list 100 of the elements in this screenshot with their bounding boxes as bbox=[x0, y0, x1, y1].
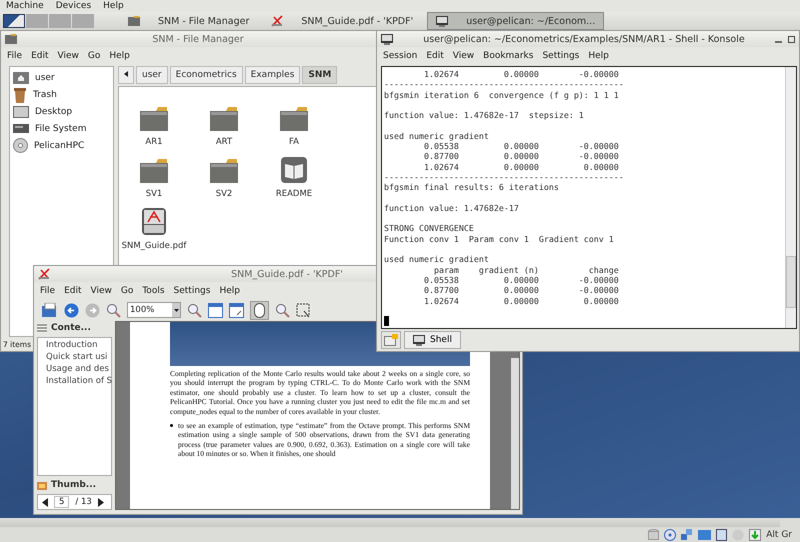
breadcrumb-button[interactable]: user bbox=[136, 66, 168, 84]
new-tab-button[interactable] bbox=[381, 331, 401, 349]
taskbar-task[interactable]: user@pelican: ~/Econom... bbox=[427, 12, 604, 30]
back-icon[interactable] bbox=[64, 302, 79, 318]
terminal-line: param gradient (n) change bbox=[432, 264, 620, 275]
terminal-tab[interactable]: Shell bbox=[404, 331, 461, 349]
book-icon[interactable] bbox=[281, 157, 307, 183]
next-page-icon[interactable] bbox=[98, 498, 104, 506]
page-icon[interactable] bbox=[208, 302, 223, 318]
disc-icon bbox=[664, 528, 676, 540]
menu-item[interactable]: Help bbox=[588, 50, 609, 60]
menu-item[interactable]: Go bbox=[88, 50, 100, 60]
folder-icon[interactable] bbox=[140, 159, 168, 183]
scrollbar-thumb[interactable] bbox=[786, 256, 796, 308]
menu-item[interactable]: File bbox=[7, 50, 22, 60]
desktop-pager-cell[interactable] bbox=[49, 14, 71, 28]
folder-icon[interactable] bbox=[140, 107, 168, 131]
window-title: user@pelican: ~/Econometrics/Examples/SNM/AR1 - Shell - Konsole bbox=[423, 34, 745, 44]
terminal-line: 1.02674 0.00000 -0.00000 bbox=[422, 69, 620, 80]
place-item[interactable]: File System bbox=[35, 124, 86, 134]
terminal-icon bbox=[381, 34, 393, 44]
arrow-icon bbox=[749, 528, 762, 540]
zoom-in-icon[interactable] bbox=[106, 302, 121, 318]
back-button[interactable] bbox=[118, 66, 134, 84]
text-cursor bbox=[384, 316, 389, 326]
menu-item[interactable]: Edit bbox=[426, 50, 444, 60]
place-item[interactable]: PelicanHPC bbox=[34, 140, 84, 150]
menu-item[interactable]: Edit bbox=[31, 50, 48, 60]
pdf-file-icon[interactable] bbox=[142, 208, 166, 235]
bullet-icon bbox=[170, 424, 173, 428]
thumbnails-tab[interactable]: Thumb... bbox=[37, 478, 112, 492]
toc-item[interactable]: Installation of S bbox=[38, 376, 111, 388]
magnifier-icon[interactable] bbox=[275, 302, 290, 318]
terminal-line: used numeric gradient bbox=[384, 254, 490, 265]
folder-icon[interactable] bbox=[210, 107, 238, 131]
breadcrumb-button[interactable]: Examples bbox=[244, 66, 300, 84]
breadcrumb-button[interactable]: SNM bbox=[302, 66, 338, 84]
file-name: ART bbox=[216, 137, 232, 147]
network-icon bbox=[681, 528, 694, 540]
zoom-dropdown[interactable]: 100% bbox=[127, 302, 181, 318]
desktop-pager-cell[interactable] bbox=[26, 14, 48, 28]
vertical-scrollbar[interactable] bbox=[785, 67, 796, 328]
desktop-pager-cell[interactable] bbox=[3, 14, 25, 28]
open-folder-icon[interactable] bbox=[42, 303, 58, 317]
horizontal-scrollbar[interactable] bbox=[0, 518, 780, 527]
folder-icon bbox=[128, 16, 140, 26]
folder-icon bbox=[5, 34, 17, 44]
display-icon bbox=[716, 528, 728, 540]
file-name: SV2 bbox=[216, 189, 232, 199]
terminal-line: 0.87700 0.00000 -0.00000 bbox=[422, 151, 620, 162]
menu-item[interactable]: Help bbox=[219, 286, 240, 296]
place-item[interactable]: Desktop bbox=[35, 106, 72, 116]
page-icon[interactable] bbox=[229, 302, 244, 318]
zoom-out-icon[interactable] bbox=[187, 302, 202, 318]
menu-item[interactable]: Devices bbox=[56, 1, 92, 11]
selection-icon[interactable] bbox=[296, 302, 311, 318]
toc-item[interactable]: Introduction bbox=[38, 340, 111, 352]
file-name: AR1 bbox=[145, 137, 163, 147]
image-icon bbox=[37, 480, 47, 490]
taskbar-task[interactable]: SNM - File Manager bbox=[120, 12, 258, 30]
terminal-line: ------------------------------------------------ bbox=[384, 172, 625, 182]
desktop-pager-cell[interactable] bbox=[72, 14, 94, 28]
menu-item[interactable]: Edit bbox=[64, 286, 82, 296]
folder-icon[interactable] bbox=[210, 159, 238, 183]
toc-item[interactable]: Quick start usi bbox=[38, 352, 111, 364]
menu-item[interactable]: Help bbox=[109, 50, 130, 60]
breadcrumb-button[interactable]: Econometrics bbox=[170, 66, 243, 84]
terminal-line: 0.87700 0.00000 -0.00000 bbox=[422, 285, 620, 296]
menu-item[interactable]: Settings bbox=[174, 286, 210, 296]
place-item[interactable]: Trash bbox=[33, 90, 57, 100]
contents-tab[interactable]: Conte... bbox=[37, 321, 112, 335]
menu-item[interactable]: File bbox=[40, 286, 56, 296]
mouse-icon[interactable] bbox=[250, 300, 269, 320]
taskbar-task[interactable]: SNM_Guide.pdf - 'KPDF' bbox=[263, 12, 422, 30]
menu-item[interactable]: Go bbox=[120, 286, 134, 296]
menu-item[interactable]: Session bbox=[383, 50, 418, 60]
toc-item[interactable]: Usage and des bbox=[38, 364, 111, 376]
menu-item[interactable]: View bbox=[452, 50, 474, 60]
previous-page-icon[interactable] bbox=[42, 498, 48, 506]
folder-icon[interactable] bbox=[280, 107, 308, 131]
pdf-icon bbox=[271, 15, 284, 27]
terminal-line: 0.05538 0.00000 -0.00000 bbox=[422, 141, 620, 152]
window-title: SNM_Guide.pdf - 'KPDF' bbox=[231, 268, 343, 280]
menu-item[interactable]: Machine bbox=[6, 1, 44, 11]
terminal-icon bbox=[436, 16, 448, 26]
maximize-icon[interactable] bbox=[788, 36, 795, 42]
menu-item[interactable]: Settings bbox=[542, 50, 580, 60]
menu-item[interactable]: View bbox=[58, 50, 79, 60]
desktop-icon bbox=[13, 106, 29, 118]
place-item[interactable]: user bbox=[35, 72, 55, 82]
disc-icon bbox=[13, 138, 28, 153]
menu-item[interactable]: Help bbox=[103, 1, 124, 11]
menu-item[interactable]: Tools bbox=[142, 286, 165, 296]
host-key-label: Alt Gr bbox=[766, 530, 792, 540]
file-name: SV1 bbox=[146, 189, 162, 199]
menu-item[interactable]: Bookmarks bbox=[483, 50, 534, 60]
vertical-scrollbar[interactable] bbox=[511, 358, 519, 509]
menu-item[interactable]: View bbox=[90, 286, 112, 296]
file-name: FA bbox=[289, 137, 299, 147]
page-number-field[interactable]: 5 bbox=[54, 496, 70, 508]
